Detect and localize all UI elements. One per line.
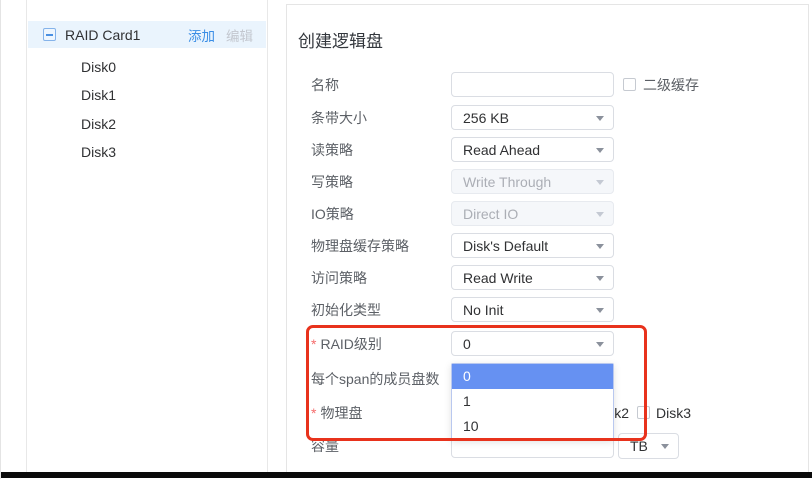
form-row-read-policy: 读策略 Read Ahead xyxy=(311,137,614,162)
edit-link[interactable]: 编辑 xyxy=(226,25,253,45)
select-value: TB xyxy=(630,438,648,454)
field-label-text: 物理盘 xyxy=(320,403,362,423)
field-label: 物理盘缓存策略 xyxy=(311,236,451,256)
field-label: 每个span的成员盘数 xyxy=(311,369,451,389)
select-value: Disk's Default xyxy=(463,238,548,254)
caret-down-icon xyxy=(596,308,604,313)
required-marker: * xyxy=(311,405,316,421)
caret-down-icon xyxy=(596,342,604,347)
field-label: 写策略 xyxy=(311,172,451,192)
raid-level-dropdown: 0 1 10 xyxy=(451,363,614,440)
secondary-cache-checkbox[interactable] xyxy=(623,78,636,91)
bottom-rule xyxy=(1,472,812,478)
required-marker: * xyxy=(311,336,316,352)
screenshot-root: RAID Card1 添加 编辑 Disk0 Disk1 Disk2 Disk3… xyxy=(0,0,812,479)
disk-cache-policy-select[interactable]: Disk's Default xyxy=(451,233,614,258)
init-type-select[interactable]: No Init xyxy=(451,297,614,322)
select-value: No Init xyxy=(463,302,503,318)
page-title: 创建逻辑盘 xyxy=(298,27,383,52)
tree-node-raid-card1[interactable]: RAID Card1 添加 编辑 xyxy=(28,21,266,48)
tree-item-label: Disk3 xyxy=(81,144,116,160)
disk3-checkbox[interactable] xyxy=(637,406,650,419)
form-row-write-policy: 写策略 Write Through xyxy=(311,169,614,194)
io-policy-select[interactable]: Direct IO xyxy=(451,201,614,226)
field-label: 名称 xyxy=(311,75,451,95)
tree-item-disk0[interactable]: Disk0 xyxy=(27,53,267,81)
physical-disk-option-disk3: Disk3 xyxy=(637,405,699,421)
field-label: 容量 xyxy=(311,436,451,456)
field-label: 条带大小 xyxy=(311,108,451,128)
select-value: Direct IO xyxy=(463,206,518,222)
form-row-name: 名称 二级缓存 xyxy=(311,72,699,97)
select-value: 256 KB xyxy=(463,110,509,126)
tree-item-disk2[interactable]: Disk2 xyxy=(27,110,267,138)
read-policy-select[interactable]: Read Ahead xyxy=(451,137,614,162)
caret-down-icon xyxy=(596,212,604,217)
select-value: Read Ahead xyxy=(463,142,540,158)
form-row-init-type: 初始化类型 No Init xyxy=(311,297,614,322)
field-label: 访问策略 xyxy=(311,268,451,288)
tree-item-label: Disk1 xyxy=(81,87,116,103)
form-row-io-policy: IO策略 Direct IO xyxy=(311,201,614,226)
field-label: IO策略 xyxy=(311,204,451,224)
access-policy-select[interactable]: Read Write xyxy=(451,265,614,290)
field-label: 初始化类型 xyxy=(311,300,451,320)
select-value: 0 xyxy=(463,336,471,352)
field-label-text: RAID级别 xyxy=(320,334,381,354)
raid-level-select[interactable]: 0 xyxy=(451,331,614,356)
form-row-raid-level: * RAID级别 0 xyxy=(311,331,614,356)
form-row-disk-cache-policy: 物理盘缓存策略 Disk's Default xyxy=(311,233,614,258)
tree-item-disk1[interactable]: Disk1 xyxy=(27,81,267,109)
select-value: Read Write xyxy=(463,270,533,286)
form-row-stripe-size: 条带大小 256 KB xyxy=(311,105,614,130)
dropdown-option-10[interactable]: 10 xyxy=(452,414,613,439)
add-link[interactable]: 添加 xyxy=(188,25,215,45)
caret-down-icon xyxy=(596,180,604,185)
dropdown-option-1[interactable]: 1 xyxy=(452,389,613,414)
name-input[interactable] xyxy=(451,72,614,97)
tree-item-label: Disk2 xyxy=(81,116,116,132)
caret-down-icon xyxy=(596,276,604,281)
raid-tree-panel: RAID Card1 添加 编辑 Disk0 Disk1 Disk2 Disk3 xyxy=(26,0,268,472)
field-label: * RAID级别 xyxy=(311,334,451,354)
caret-down-icon xyxy=(596,148,604,153)
collapse-minus-icon[interactable] xyxy=(43,28,56,41)
capacity-unit-select[interactable]: TB xyxy=(618,433,679,459)
tree-actions: 添加 编辑 xyxy=(188,25,253,45)
form-row-access-policy: 访问策略 Read Write xyxy=(311,265,614,290)
checkbox-label: Disk3 xyxy=(656,405,691,421)
select-value: Write Through xyxy=(463,174,551,190)
write-policy-select[interactable]: Write Through xyxy=(451,169,614,194)
dropdown-option-0[interactable]: 0 xyxy=(452,364,613,389)
field-label: * 物理盘 xyxy=(311,403,451,423)
caret-down-icon xyxy=(596,244,604,249)
secondary-cache-label: 二级缓存 xyxy=(643,75,699,95)
tree-item-disk3[interactable]: Disk3 xyxy=(27,138,267,166)
stripe-size-select[interactable]: 256 KB xyxy=(451,105,614,130)
tree-node-label: RAID Card1 xyxy=(65,27,140,43)
caret-down-icon xyxy=(596,116,604,121)
caret-down-icon xyxy=(661,444,669,449)
field-label: 读策略 xyxy=(311,140,451,160)
tree-item-label: Disk0 xyxy=(81,59,116,75)
